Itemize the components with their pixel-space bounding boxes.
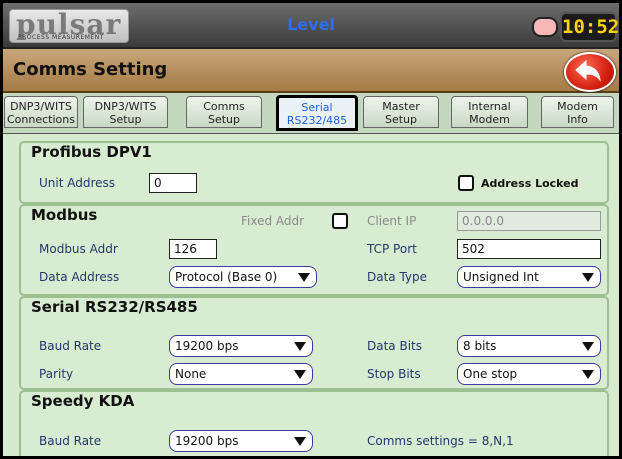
chevron-down-icon xyxy=(582,370,594,379)
chevron-down-icon xyxy=(294,342,306,351)
data-bits-label: Data Bits xyxy=(367,339,422,353)
top-bar: pulsar PROCESS MEASUREMENT Level 10:52 xyxy=(3,3,619,49)
speedy-kda-title: Speedy KDA xyxy=(31,392,135,410)
unit-address-field[interactable]: 0 xyxy=(149,173,197,193)
logo-subtext: PROCESS MEASUREMENT xyxy=(18,34,104,41)
speedy-baud-rate-select[interactable]: 19200 bps xyxy=(169,430,313,452)
serial-baud-rate-value: 19200 bps xyxy=(175,339,239,353)
speedy-baud-rate-label: Baud Rate xyxy=(39,434,102,448)
speedy-kda-group: Speedy KDA Baud Rate 19200 bps Comms set… xyxy=(19,390,609,456)
serial-baud-rate-select[interactable]: 19200 bps xyxy=(169,335,313,357)
tab-label-line1: Internal xyxy=(468,100,511,113)
data-type-value: Unsigned Int xyxy=(463,270,539,284)
back-button[interactable] xyxy=(564,52,616,92)
profibus-title: Profibus DPV1 xyxy=(31,143,152,161)
data-bits-select[interactable]: 8 bits xyxy=(457,335,601,357)
alarm-indicator[interactable] xyxy=(532,17,558,37)
modbus-addr-field[interactable]: 126 xyxy=(169,239,217,259)
parity-value: None xyxy=(175,367,207,381)
address-locked-label: Address Locked xyxy=(481,177,579,190)
data-address-label: Data Address xyxy=(39,270,120,284)
modbus-title: Modbus xyxy=(31,206,98,224)
chevron-down-icon xyxy=(294,437,306,446)
tab-dnp3-wits-setup[interactable]: DNP3/WITS Setup xyxy=(83,96,168,128)
fixed-addr-checkbox[interactable] xyxy=(332,213,348,229)
tab-label-line2: Modem xyxy=(469,113,510,126)
tab-label-line1: DNP3/WITS xyxy=(94,100,157,113)
tab-modem-info[interactable]: Modem Info xyxy=(541,96,614,128)
fixed-addr-label: Fixed Addr xyxy=(241,214,305,228)
screen: pulsar PROCESS MEASUREMENT Level 10:52 C… xyxy=(3,3,619,456)
tab-master-setup[interactable]: Master Setup xyxy=(363,96,439,128)
section-header: Comms Setting xyxy=(3,49,619,93)
chevron-down-icon xyxy=(582,273,594,282)
tcp-port-label: TCP Port xyxy=(367,242,417,256)
section-title: Comms Setting xyxy=(13,59,168,80)
data-bits-value: 8 bits xyxy=(463,339,497,353)
data-address-select[interactable]: Protocol (Base 0) xyxy=(169,266,317,288)
client-ip-label: Client IP xyxy=(367,214,417,228)
tab-serial-rs232-485[interactable]: Serial RS232/485 xyxy=(276,95,358,131)
stop-bits-label: Stop Bits xyxy=(367,367,421,381)
tab-label-line2: Info xyxy=(567,113,588,126)
comms-settings-text: Comms settings = 8,N,1 xyxy=(367,434,514,448)
unit-address-label: Unit Address xyxy=(39,176,116,190)
tab-label-line1: Comms xyxy=(203,100,245,113)
serial-group: Serial RS232/RS485 Baud Rate 19200 bps D… xyxy=(19,296,609,390)
parity-label: Parity xyxy=(39,367,74,381)
tab-label-line1: Master xyxy=(382,100,420,113)
address-locked-checkbox[interactable] xyxy=(458,175,474,191)
serial-title: Serial RS232/RS485 xyxy=(31,298,198,316)
tab-label-line1: Modem xyxy=(557,100,598,113)
data-type-label: Data Type xyxy=(367,270,428,284)
stop-bits-value: One stop xyxy=(463,367,518,381)
tab-label-line2: Connections xyxy=(7,113,75,126)
stop-bits-select[interactable]: One stop xyxy=(457,363,601,385)
chevron-down-icon xyxy=(582,342,594,351)
tab-label-line1: DNP3/WITS xyxy=(10,100,72,113)
clock-display: 10:52 xyxy=(560,12,619,42)
chevron-down-icon xyxy=(298,273,310,282)
tab-label-line2: RS232/485 xyxy=(286,114,348,127)
client-ip-field[interactable]: 0.0.0.0 xyxy=(457,211,601,231)
tab-comms-setup[interactable]: Comms Setup xyxy=(186,96,262,128)
tab-label-line2: Setup xyxy=(207,113,241,126)
page-title: Level xyxy=(287,15,335,34)
profibus-group: Profibus DPV1 Unit Address 0 Address Loc… xyxy=(19,141,609,204)
modbus-group: Modbus Fixed Addr Client IP 0.0.0.0 Modb… xyxy=(19,204,609,296)
serial-baud-rate-label: Baud Rate xyxy=(39,339,102,353)
data-address-value: Protocol (Base 0) xyxy=(175,270,278,284)
tab-label-line2: Setup xyxy=(384,113,418,126)
back-arrow-icon xyxy=(575,59,601,82)
tab-internal-modem[interactable]: Internal Modem xyxy=(451,96,528,128)
tcp-port-field[interactable]: 502 xyxy=(457,239,601,259)
speedy-baud-rate-value: 19200 bps xyxy=(175,434,239,448)
data-type-select[interactable]: Unsigned Int xyxy=(457,266,601,288)
tab-dnp3-wits-connections[interactable]: DNP3/WITS Connections xyxy=(4,96,78,128)
modbus-addr-label: Modbus Addr xyxy=(39,242,118,256)
tab-label-line2: Setup xyxy=(109,113,142,126)
tab-label-line1: Serial xyxy=(301,101,333,114)
chevron-down-icon xyxy=(294,370,306,379)
tab-strip: DNP3/WITS Connections DNP3/WITS Setup Co… xyxy=(3,93,619,134)
parity-select[interactable]: None xyxy=(169,363,313,385)
